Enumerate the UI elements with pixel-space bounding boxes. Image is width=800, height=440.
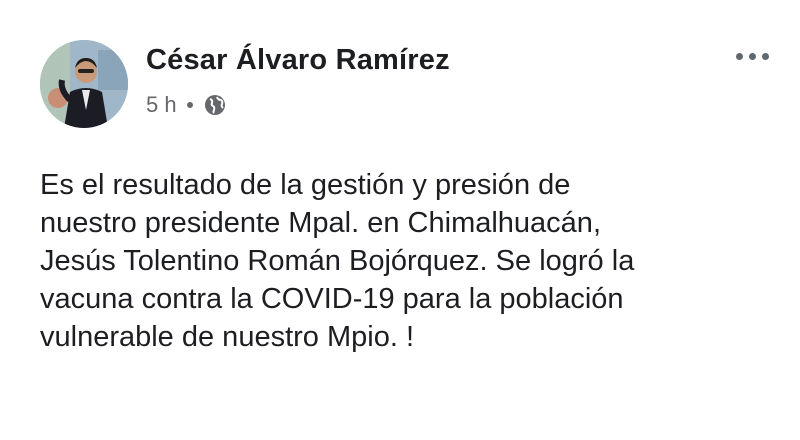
- separator-dot: [186, 102, 193, 108]
- more-dot: [761, 52, 769, 60]
- author-avatar[interactable]: [40, 40, 128, 128]
- post-text-line: vacuna contra la COVID-19 para la poblac…: [40, 283, 624, 315]
- more-dot: [735, 52, 743, 60]
- more-dot: [748, 52, 756, 60]
- post-text-line: Jesús Tolentino Román Bojórquez. Se logr…: [40, 245, 635, 277]
- facebook-post: César Álvaro Ramírez 5 h Es el resultado…: [0, 0, 800, 440]
- post-text-line: vulnerable de nuestro Mpio. !: [40, 321, 414, 353]
- author-name[interactable]: César Álvaro Ramírez: [146, 44, 450, 77]
- post-timestamp[interactable]: 5 h: [146, 92, 177, 118]
- post-meta: 5 h: [146, 92, 227, 118]
- globe-icon[interactable]: [203, 93, 227, 117]
- post-text-line: nuestro presidente Mpal. en Chimalhuacán…: [40, 207, 601, 239]
- more-options-icon[interactable]: [732, 44, 772, 68]
- post-text: Es el resultado de la gestión y presión …: [40, 166, 780, 356]
- avatar-photo: [40, 40, 128, 128]
- post-text-line: Es el resultado de la gestión y presión …: [40, 169, 571, 201]
